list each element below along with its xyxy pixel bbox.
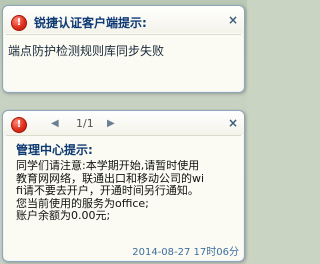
notification-popup-admin: ! ◀ 1/1 ▶ × 管理中心提示: 同学们请注意:本学期开始,请暂时使用 教… bbox=[2, 110, 245, 262]
message-title: 管理中心提示: bbox=[16, 143, 93, 157]
popup-header bbox=[3, 111, 244, 135]
header-divider bbox=[6, 34, 241, 35]
popup-message: 端点防护检测规则库同步失败 bbox=[8, 44, 165, 58]
message-line: 同学们请注意:本学期开始,请暂时使用 bbox=[16, 160, 200, 172]
error-icon: ! bbox=[11, 15, 27, 31]
message-line: 教育网网络，联通出口和移动公司的wi bbox=[16, 172, 205, 185]
message-line: 账户余额为0.00元; bbox=[16, 210, 111, 223]
header-divider bbox=[6, 135, 241, 136]
popup-title: 锐捷认证客户端提示: bbox=[34, 16, 147, 30]
timestamp: 2014-08-27 17时06分 bbox=[132, 247, 239, 258]
page-indicator: 1/1 bbox=[76, 117, 94, 130]
notification-popup-client: ! 锐捷认证客户端提示: × 端点防护检测规则库同步失败 bbox=[2, 5, 245, 93]
close-button[interactable]: × bbox=[226, 13, 240, 27]
next-page-button[interactable]: ▶ bbox=[107, 117, 115, 131]
close-button[interactable]: × bbox=[226, 116, 240, 130]
message-line: 您当前使用的服务为office; bbox=[16, 197, 149, 210]
message-line: fi请不要去开户，开通时间另行通知。 bbox=[16, 185, 199, 198]
message-body: 同学们请注意:本学期开始,请暂时使用 教育网网络，联通出口和移动公司的wi fi… bbox=[16, 160, 240, 223]
prev-page-button[interactable]: ◀ bbox=[51, 117, 59, 131]
error-icon: ! bbox=[11, 117, 27, 133]
